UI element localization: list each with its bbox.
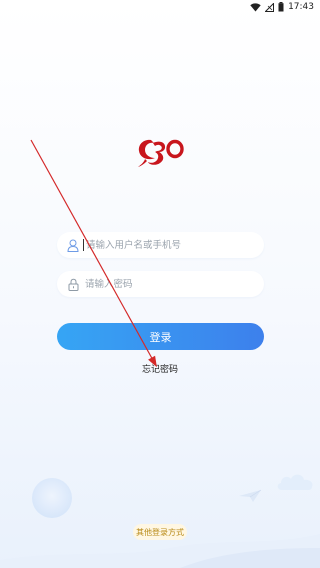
username-input[interactable] <box>84 234 264 256</box>
wifi-icon <box>250 2 261 11</box>
cloud-decoration <box>277 474 313 490</box>
status-time: 17:43 <box>288 2 314 12</box>
username-field[interactable] <box>57 232 264 258</box>
password-input[interactable] <box>83 273 264 295</box>
bubble-decoration <box>32 478 72 518</box>
lock-icon <box>63 271 83 297</box>
signal-icon <box>265 2 275 12</box>
login-button[interactable]: 登录 <box>57 323 264 350</box>
forgot-password-link[interactable]: 忘记密码 <box>0 362 320 375</box>
app-logo <box>138 139 184 167</box>
status-bar: 17:43 <box>0 0 320 14</box>
user-icon <box>63 232 83 258</box>
other-login-methods-button[interactable]: 其他登录方式 <box>133 524 187 540</box>
paper-plane-decoration <box>239 489 262 502</box>
battery-icon <box>278 2 284 12</box>
password-field[interactable] <box>57 271 264 297</box>
